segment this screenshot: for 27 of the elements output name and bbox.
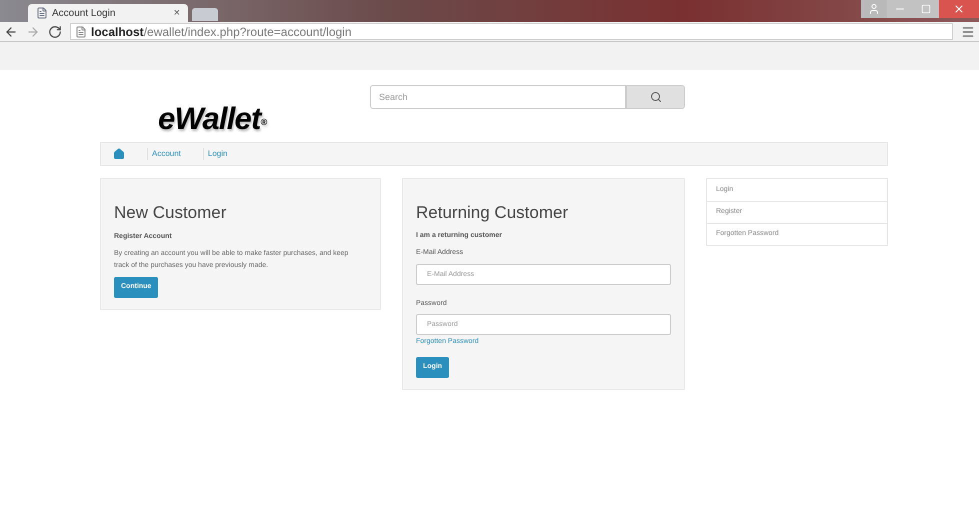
tab-close-button[interactable]: × <box>174 4 180 22</box>
panel-title: Returning Customer <box>416 202 568 224</box>
breadcrumb-link[interactable]: Account <box>147 148 181 160</box>
menu-icon[interactable] <box>961 24 975 38</box>
new-tab-button[interactable] <box>192 8 218 21</box>
close-icon <box>953 3 965 15</box>
user-button[interactable] <box>861 0 887 18</box>
back-icon[interactable] <box>4 24 18 38</box>
browser-tab[interactable]: Account Login × <box>28 4 188 22</box>
close-button[interactable] <box>939 0 979 18</box>
search-button[interactable] <box>626 85 685 109</box>
maximize-button[interactable] <box>913 0 939 18</box>
breadcrumb-link[interactable]: Login <box>202 148 228 160</box>
user-icon <box>868 3 880 15</box>
page-icon <box>75 26 87 38</box>
logo[interactable]: eWallet$^{®}$ <box>158 96 266 142</box>
maximize-icon <box>921 4 931 14</box>
search-field[interactable]: Search <box>370 85 626 109</box>
forward-icon[interactable] <box>26 24 40 38</box>
tab-title: Account Login <box>52 6 116 20</box>
panel-title: New Customer <box>114 202 226 224</box>
page-icon <box>36 7 48 19</box>
reload-icon[interactable] <box>48 24 62 38</box>
url-text: localhost/ewallet/index.php?route=account/login <box>91 24 352 40</box>
home-icon[interactable] <box>113 148 125 160</box>
search-icon <box>650 91 662 103</box>
address-bar[interactable]: localhost/ewallet/index.php?route=account/login <box>70 23 953 40</box>
